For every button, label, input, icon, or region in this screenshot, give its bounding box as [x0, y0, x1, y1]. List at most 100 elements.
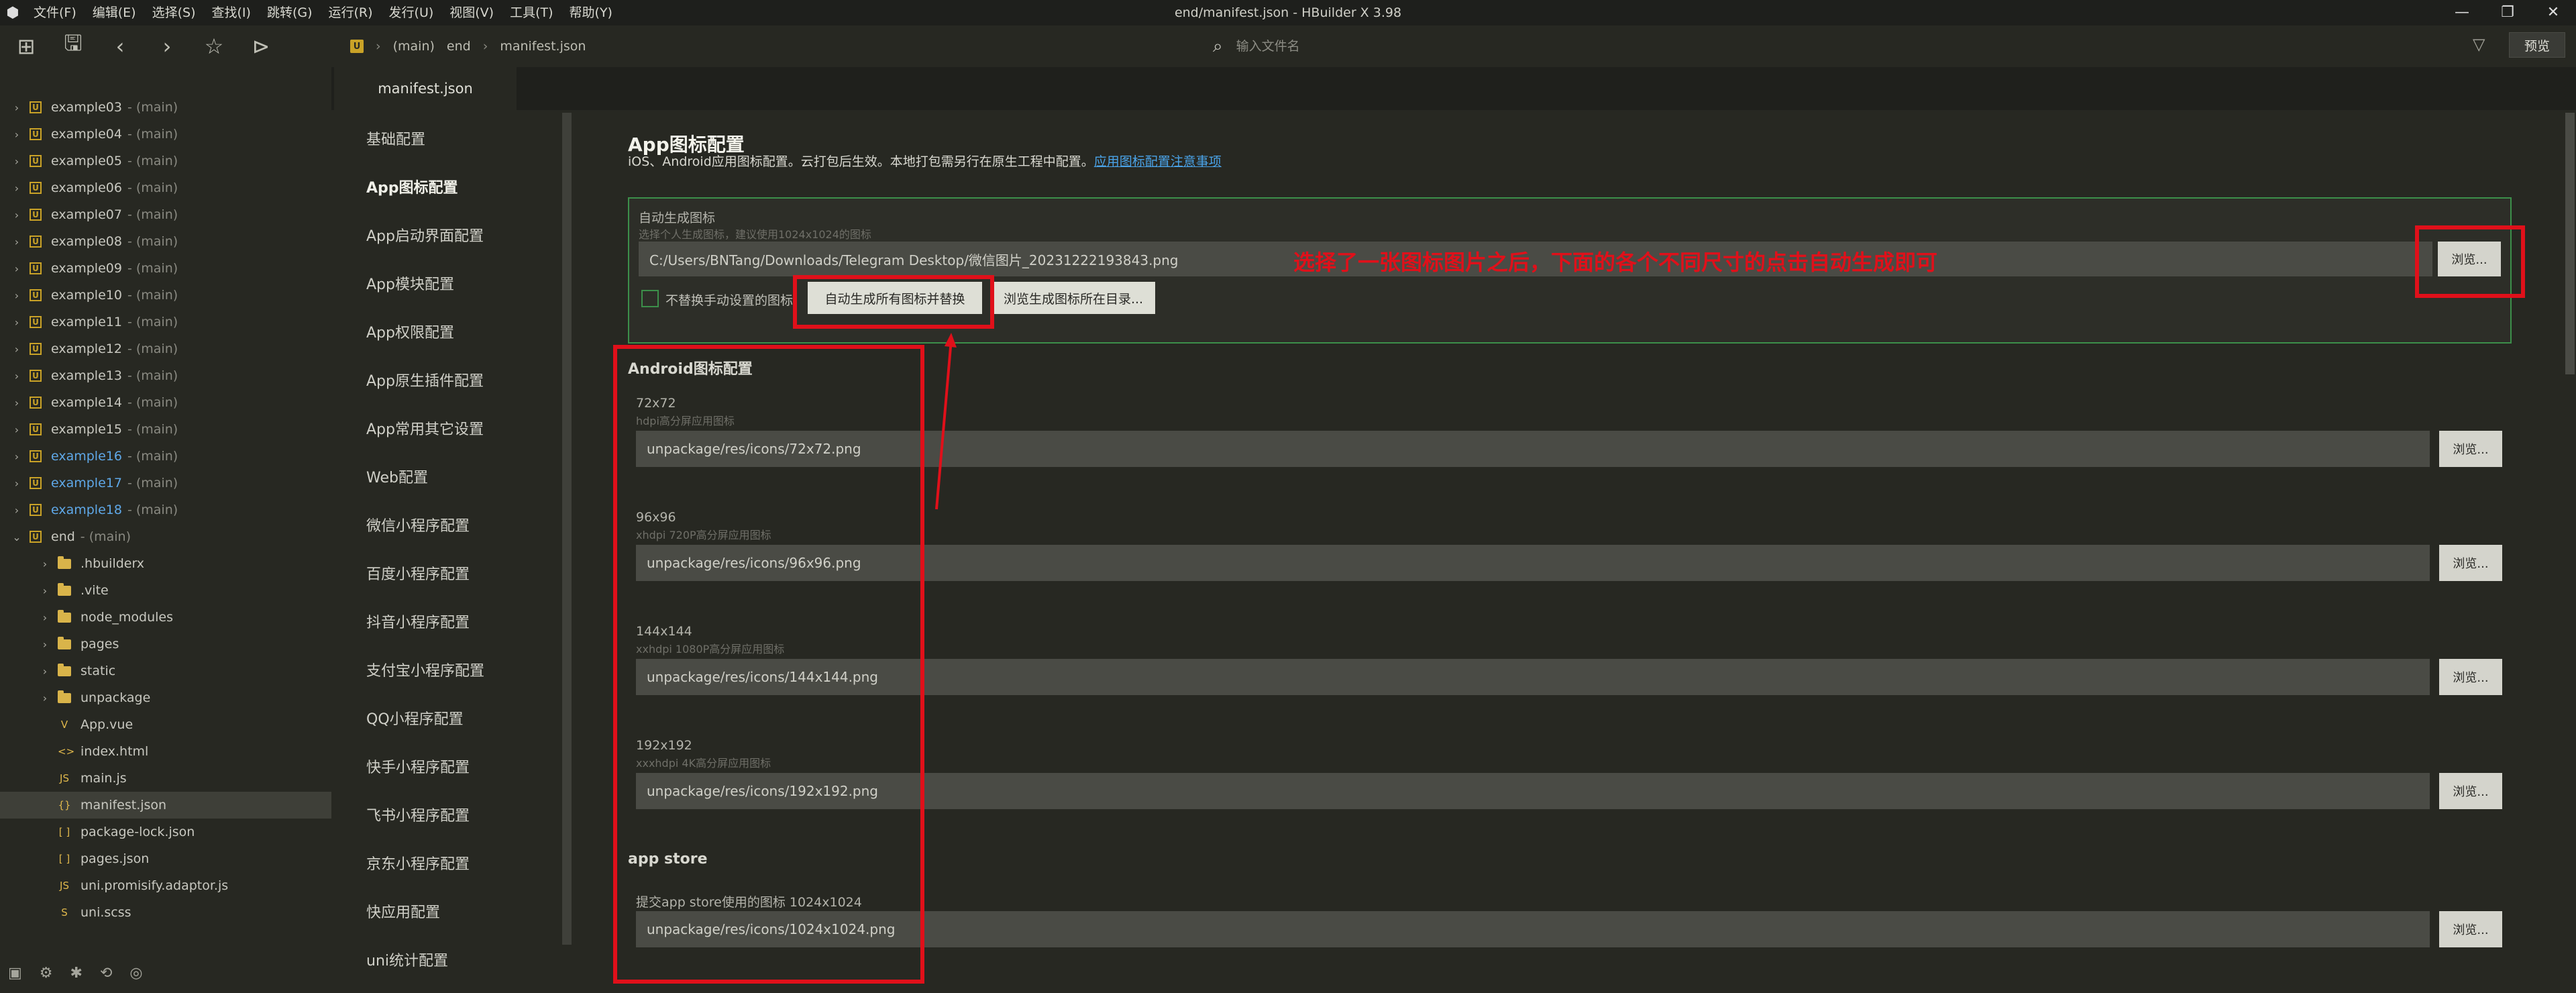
- menu-tools[interactable]: 工具(T): [502, 0, 561, 25]
- chevron-right-icon[interactable]: ›: [11, 370, 23, 382]
- tree-project-example16[interactable]: › Uexample16 - (main): [0, 443, 331, 470]
- filter-icon[interactable]: ▽: [2473, 35, 2485, 54]
- file-search-input[interactable]: [1236, 39, 1830, 54]
- save-icon[interactable]: 🖫: [50, 25, 97, 67]
- minimize-icon[interactable]: —: [2439, 0, 2485, 25]
- preview-button[interactable]: 预览: [2509, 32, 2565, 58]
- nav-item[interactable]: App权限配置: [331, 307, 568, 356]
- chevron-right-icon[interactable]: ›: [11, 289, 23, 302]
- no-replace-checkbox[interactable]: [641, 290, 659, 307]
- forward-arrow-icon[interactable]: ›: [144, 25, 191, 67]
- tree-file[interactable]: [ ] pages.json: [0, 845, 331, 872]
- breadcrumb-project[interactable]: end: [447, 39, 471, 54]
- chevron-right-icon[interactable]: ›: [39, 638, 51, 651]
- chevron-right-icon[interactable]: ›: [11, 262, 23, 275]
- android-icon-browse-button[interactable]: 浏览...: [2439, 545, 2502, 581]
- run-icon[interactable]: ⊳: [237, 25, 284, 67]
- tree-file[interactable]: [ ] package-lock.json: [0, 819, 331, 845]
- extensions-icon[interactable]: ◎: [129, 965, 142, 982]
- tree-project-example09[interactable]: › Uexample09 - (main): [0, 255, 331, 282]
- close-icon[interactable]: ✕: [2530, 0, 2576, 25]
- tree-folder[interactable]: › node_modules: [0, 604, 331, 631]
- breadcrumb-branch[interactable]: (main): [393, 39, 435, 54]
- chevron-right-icon[interactable]: ›: [39, 692, 51, 704]
- nav-item[interactable]: 京东小程序配置: [331, 839, 568, 887]
- tree-project-end[interactable]: ⌄ Uend - (main): [0, 523, 331, 550]
- menu-edit[interactable]: 编辑(E): [85, 0, 144, 25]
- restore-icon[interactable]: ❐: [2485, 0, 2530, 25]
- tree-folder[interactable]: › .vite: [0, 577, 331, 604]
- chevron-right-icon[interactable]: ›: [39, 584, 51, 597]
- open-icon-directory-button[interactable]: 浏览生成图标所在目录...: [991, 282, 1155, 314]
- tree-file[interactable]: JS main.js: [0, 765, 331, 792]
- nav-item[interactable]: 飞书小程序配置: [331, 790, 568, 839]
- appstore-browse-button[interactable]: 浏览...: [2439, 911, 2502, 947]
- chevron-right-icon[interactable]: ›: [39, 558, 51, 570]
- android-icon-browse-button[interactable]: 浏览...: [2439, 773, 2502, 809]
- tree-project-example05[interactable]: › Uexample05 - (main): [0, 148, 331, 174]
- icon-config-notes-link[interactable]: 应用图标配置注意事项: [1094, 154, 1222, 169]
- tree-file[interactable]: <> index.html: [0, 738, 331, 765]
- chevron-right-icon[interactable]: ›: [11, 423, 23, 436]
- project-manager-icon[interactable]: ▣: [8, 965, 22, 982]
- chevron-right-icon[interactable]: ›: [11, 316, 23, 329]
- android-icon-browse-button[interactable]: 浏览...: [2439, 431, 2502, 467]
- chevron-right-icon[interactable]: ›: [11, 182, 23, 195]
- nav-item[interactable]: 百度小程序配置: [331, 549, 568, 597]
- nav-item[interactable]: 微信小程序配置: [331, 501, 568, 549]
- menu-select[interactable]: 选择(S): [144, 0, 204, 25]
- nav-item[interactable]: 支付宝小程序配置: [331, 645, 568, 694]
- back-arrow-icon[interactable]: ‹: [97, 25, 144, 67]
- chevron-right-icon[interactable]: ›: [11, 155, 23, 168]
- chevron-right-icon[interactable]: ›: [11, 477, 23, 490]
- menu-publish[interactable]: 发行(U): [381, 0, 442, 25]
- tree-file[interactable]: V App.vue: [0, 711, 331, 738]
- menu-goto[interactable]: 跳转(G): [259, 0, 321, 25]
- nav-item[interactable]: App常用其它设置: [331, 404, 568, 452]
- content-scrollbar[interactable]: [2565, 113, 2575, 374]
- chevron-down-icon[interactable]: ⌄: [11, 531, 23, 543]
- tree-project-example18[interactable]: › Uexample18 - (main): [0, 496, 331, 523]
- tree-project-example12[interactable]: › Uexample12 - (main): [0, 335, 331, 362]
- tree-project-example04[interactable]: › Uexample04 - (main): [0, 121, 331, 148]
- new-file-icon[interactable]: ⊞: [3, 25, 50, 67]
- debug-icon[interactable]: ✱: [70, 965, 83, 982]
- chevron-right-icon[interactable]: ›: [11, 504, 23, 517]
- nav-item[interactable]: 抖音小程序配置: [331, 597, 568, 645]
- chevron-right-icon[interactable]: ›: [11, 236, 23, 248]
- tree-project-example06[interactable]: › Uexample06 - (main): [0, 174, 331, 201]
- tree-project-example13[interactable]: › Uexample13 - (main): [0, 362, 331, 389]
- tree-file[interactable]: Suni.scss: [0, 899, 331, 926]
- tree-folder[interactable]: › static: [0, 658, 331, 684]
- menu-help[interactable]: 帮助(Y): [561, 0, 621, 25]
- chevron-right-icon[interactable]: ›: [11, 450, 23, 463]
- menu-find[interactable]: 查找(I): [204, 0, 259, 25]
- tree-project-example07[interactable]: › Uexample07 - (main): [0, 201, 331, 228]
- tree-folder[interactable]: › unpackage: [0, 684, 331, 711]
- chevron-right-icon[interactable]: ›: [11, 343, 23, 356]
- breadcrumb-file[interactable]: manifest.json: [500, 39, 586, 54]
- nav-item[interactable]: 快应用配置: [331, 887, 568, 935]
- nav-item[interactable]: Web配置: [331, 452, 568, 501]
- chevron-right-icon[interactable]: ›: [39, 611, 51, 624]
- nav-item[interactable]: App启动界面配置: [331, 211, 568, 259]
- tree-folder[interactable]: › .hbuilderx: [0, 550, 331, 577]
- menu-file[interactable]: 文件(F): [25, 0, 85, 25]
- android-icon-browse-button[interactable]: 浏览...: [2439, 659, 2502, 695]
- tree-file[interactable]: {} manifest.json: [0, 792, 331, 819]
- tree-project-example03[interactable]: › Uexample03 - (main): [0, 94, 331, 121]
- nav-item[interactable]: 快手小程序配置: [331, 742, 568, 790]
- tree-project-example08[interactable]: › Uexample08 - (main): [0, 228, 331, 255]
- tree-folder[interactable]: › pages: [0, 631, 331, 658]
- chevron-right-icon[interactable]: ›: [39, 665, 51, 678]
- tree-project-example15[interactable]: › Uexample15 - (main): [0, 416, 331, 443]
- nav-item[interactable]: App图标配置: [331, 162, 568, 211]
- nav-item[interactable]: uni统计配置: [331, 935, 568, 984]
- menu-run[interactable]: 运行(R): [321, 0, 381, 25]
- nav-scrollbar[interactable]: [562, 113, 572, 945]
- chevron-right-icon[interactable]: ›: [11, 101, 23, 114]
- star-icon[interactable]: ☆: [191, 25, 237, 67]
- chevron-right-icon[interactable]: ›: [11, 128, 23, 141]
- tree-project-example14[interactable]: › Uexample14 - (main): [0, 389, 331, 416]
- tab-manifest-json[interactable]: manifest.json: [334, 67, 517, 110]
